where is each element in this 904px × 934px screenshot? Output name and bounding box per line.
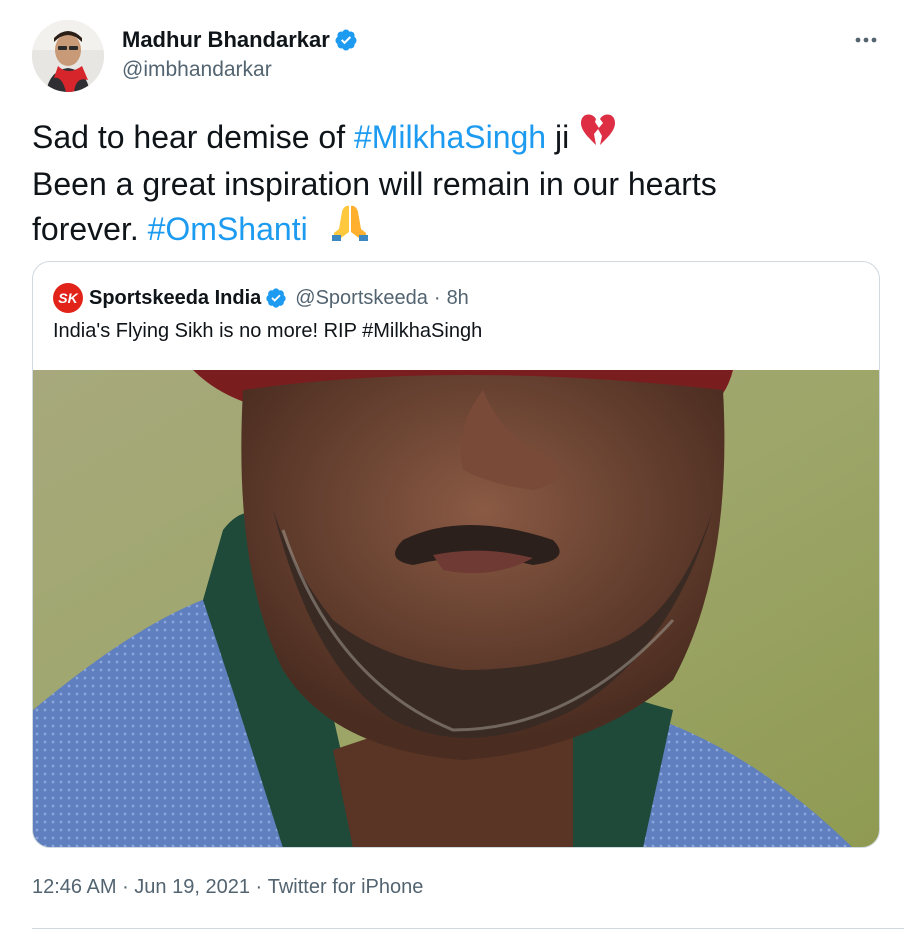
tweet-time[interactable]: 12:46 AM [32,876,117,899]
quoted-tweet-text: India's Flying Sikh is no more! RIP #Mil… [53,320,483,342]
author-name-row[interactable]: Madhur Bhandarkar [122,27,358,53]
tweet-text-segment: ji [546,119,570,155]
separator-dot: · [249,876,268,898]
sportskeeda-logo-icon: SK [53,283,83,313]
quoted-tweet-photo[interactable] [33,370,879,847]
verified-badge-icon [335,29,357,51]
tweet-line-1: Sad to hear demise of #MilkhaSingh ji [32,114,872,163]
quoted-tweet-card[interactable]: SK Sportskeeda India @Sportskeeda · 8h I… [32,261,880,848]
tweet-text: Sad to hear demise of #MilkhaSingh ji Be… [32,114,872,257]
avatar[interactable] [32,20,104,92]
divider [32,928,904,929]
photo-image [33,370,879,847]
logo-text: SK [58,290,78,306]
hashtag-link[interactable]: #OmShanti [148,211,308,247]
tweet-date[interactable]: Jun 19, 2021 [134,876,250,899]
folded-hands-icon [330,202,370,253]
quoted-handle[interactable]: @Sportskeeda [295,287,428,310]
hashtag-link[interactable]: #MilkhaSingh [354,119,546,155]
quoted-tweet-header: SK Sportskeeda India @Sportskeeda · 8h [53,283,469,313]
tweet-text-segment: Sad to hear demise of [32,119,354,155]
author-handle[interactable]: @imbhandarkar [122,58,272,82]
more-options-button[interactable] [848,26,884,54]
broken-heart-icon [579,112,617,159]
quoted-display-name[interactable]: Sportskeeda India [89,287,261,310]
separator-dot: · [116,876,135,898]
tweet: Madhur Bhandarkar @imbhandarkar Sad to h… [0,0,904,934]
tweet-source[interactable]: Twitter for iPhone [268,876,424,899]
tweet-text-segment: forever. [32,211,148,247]
tweet-metadata: 12:46 AM · Jun 19, 2021 · Twitter for iP… [32,876,423,899]
author-display-name[interactable]: Madhur Bhandarkar [122,27,330,53]
separator-dot: · [433,286,441,309]
avatar-image [32,20,104,92]
more-dots-icon [855,37,877,43]
quoted-timestamp[interactable]: 8h [447,287,469,310]
tweet-line-2: Been a great inspiration will remain in … [32,166,717,203]
verified-badge-icon [266,288,286,308]
tweet-line-3: forever. #OmShanti [32,205,872,257]
